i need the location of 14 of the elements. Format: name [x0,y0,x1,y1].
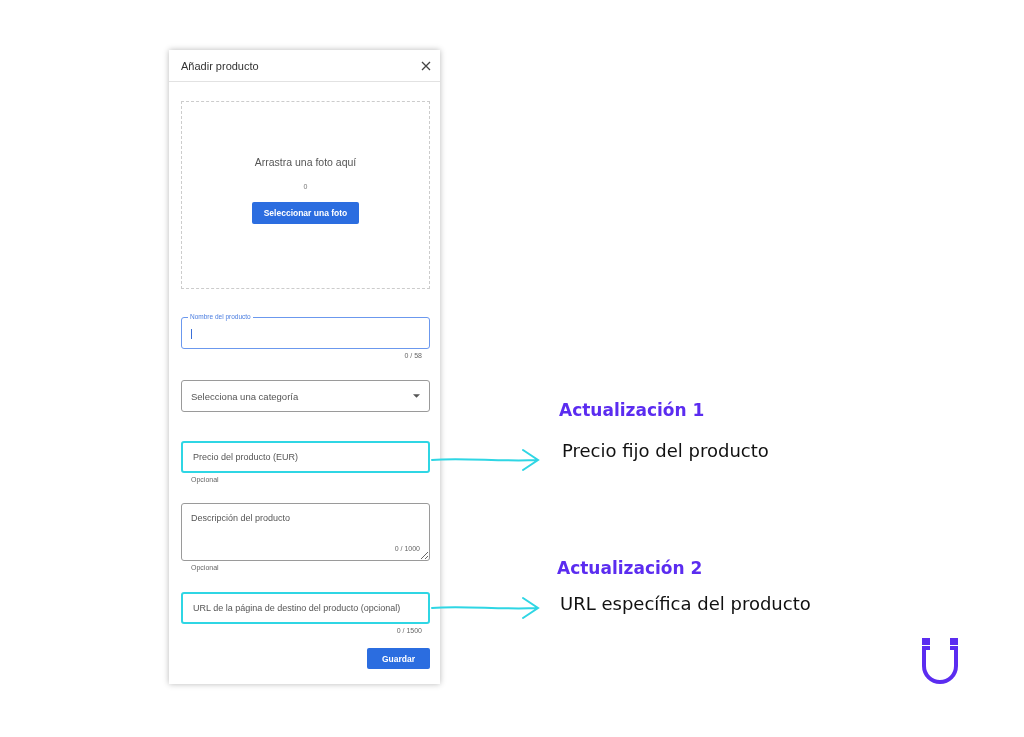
text-input-field[interactable]: URL de la página de destino del producto (opcional) [181,592,430,624]
text-input-field[interactable]: Precio del producto (EUR) [181,441,430,473]
annotation-text: Precio fijo del producto [562,440,769,461]
magnet-logo-icon [920,636,960,684]
category-select[interactable]: Selecciona una categoría [181,380,430,412]
dropdown-caret-icon [413,394,420,398]
select-photo-button[interactable]: Seleccionar una foto [251,202,360,224]
dialog-title: Añadir producto [181,59,259,72]
annotation-heading: Actualización 1 [559,400,706,420]
annotation-text: URL específica del producto [560,593,811,614]
dropzone-text: Arrastra una foto aquí [254,156,357,168]
annotation-heading: Actualización 2 [557,558,704,578]
save-button[interactable]: Guardar [366,648,430,669]
close-icon [421,60,431,71]
